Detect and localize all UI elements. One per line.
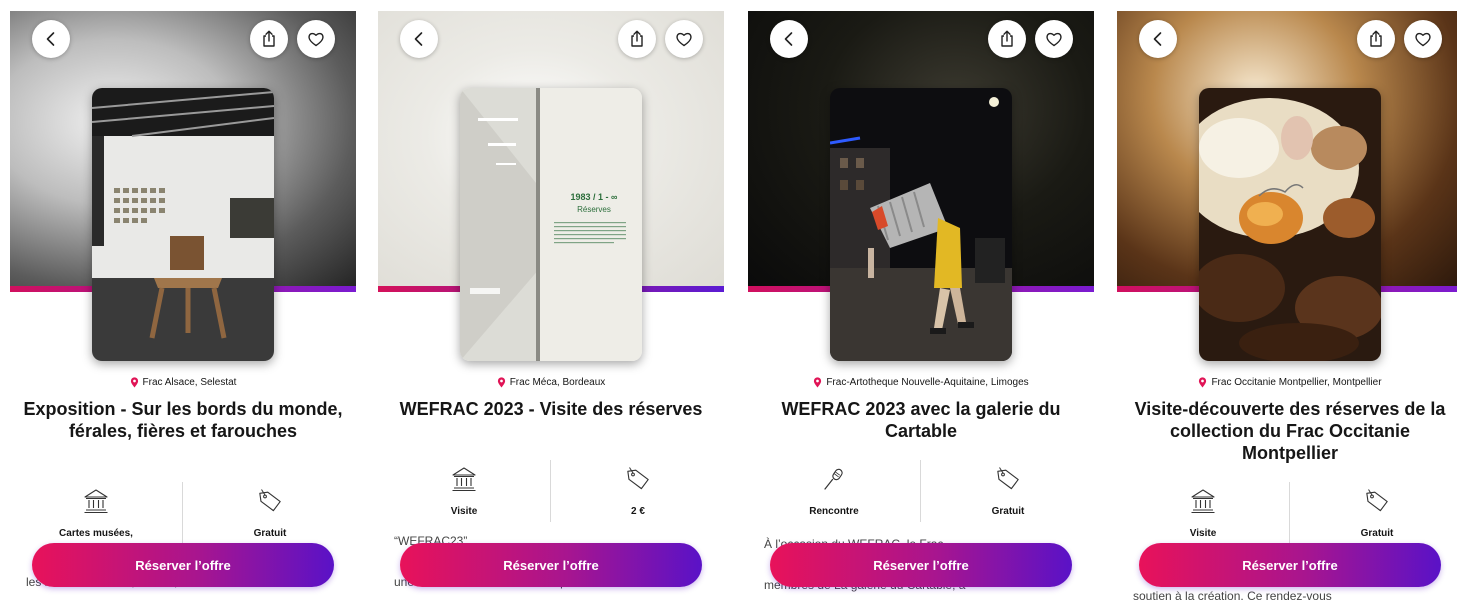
chevron-left-icon <box>41 29 61 49</box>
chevron-left-icon <box>409 29 429 49</box>
offer-price: 2 € <box>552 460 724 538</box>
share-button[interactable] <box>618 20 656 58</box>
venue-name: Frac Méca, Bordeaux <box>509 377 606 388</box>
heart-icon <box>306 29 326 49</box>
category-label: Rencontre <box>809 506 859 517</box>
offer-screen-frac-occitanie: Frac Occitanie Montpellier, Montpellier … <box>1117 0 1457 604</box>
share-button[interactable] <box>988 20 1026 58</box>
offer-description: soutien à la création. Ce rendez-vous <box>1133 586 1449 604</box>
offer-info-row: Visite 2 € <box>378 460 724 538</box>
poster-subheading: Réserves <box>577 205 611 214</box>
back-button[interactable] <box>770 20 808 58</box>
divider <box>1289 482 1290 544</box>
museum-icon <box>1188 486 1218 516</box>
share-icon <box>997 29 1017 49</box>
offer-title: WEFRAC 2023 - Visite des réserves <box>399 399 703 419</box>
divider <box>920 460 921 522</box>
location-pin-icon <box>813 377 822 388</box>
venue-location: Frac Méca, Bordeaux <box>378 377 724 388</box>
book-offer-button[interactable]: Réserver l’offre <box>400 543 702 587</box>
category-label: Cartes musées, <box>59 528 133 539</box>
price-tag-icon <box>993 464 1023 494</box>
poster-heading: 1983 / 1 - ∞ <box>571 192 619 202</box>
venue-location: Frac Occitanie Montpellier, Montpellier <box>1117 377 1457 388</box>
heart-icon <box>1413 29 1433 49</box>
heart-icon <box>674 29 694 49</box>
offer-category: Rencontre <box>748 460 920 538</box>
share-icon <box>1366 29 1386 49</box>
venue-name: Frac Alsace, Selestat <box>142 377 237 388</box>
location-pin-icon <box>1198 377 1207 388</box>
price-label: Gratuit <box>253 528 287 539</box>
favorite-button[interactable] <box>297 20 335 58</box>
chevron-left-icon <box>1148 29 1168 49</box>
location-pin-icon <box>130 377 139 388</box>
price-tag-icon <box>623 464 653 494</box>
venue-location: Frac Alsace, Selestat <box>10 377 356 388</box>
share-button[interactable] <box>250 20 288 58</box>
price-label: Gratuit <box>991 506 1025 517</box>
offer-title: WEFRAC 2023 avec la galerie du Cartable <box>781 399 1061 441</box>
book-offer-button[interactable]: Réserver l’offre <box>1139 543 1441 587</box>
favorite-button[interactable] <box>665 20 703 58</box>
offer-screen-frac-alsace: Frac Alsace, Selestat Exposition - Sur l… <box>10 0 356 604</box>
chevron-left-icon <box>779 29 799 49</box>
favorite-button[interactable] <box>1035 20 1073 58</box>
offer-title: Exposition - Sur les bords du monde, fér… <box>23 399 343 441</box>
offer-image <box>1199 88 1381 361</box>
offer-info-row: Rencontre Gratuit <box>748 460 1094 538</box>
share-icon <box>627 29 647 49</box>
offer-screen-frac-meca: 1983 / 1 - ∞ Réserves Frac Méca, Bordeau… <box>378 0 724 604</box>
offer-title: Visite-découverte des réserves de la col… <box>1134 399 1446 463</box>
back-button[interactable] <box>32 20 70 58</box>
share-button[interactable] <box>1357 20 1395 58</box>
back-button[interactable] <box>400 20 438 58</box>
offer-screen-frac-artotheque: Frac-Artotheque Nouvelle-Aquitaine, Limo… <box>748 0 1094 604</box>
divider <box>550 460 551 522</box>
museum-icon <box>449 464 479 494</box>
heart-icon <box>1044 29 1064 49</box>
offer-price: Gratuit <box>922 460 1094 538</box>
offer-image <box>92 88 274 361</box>
book-offer-button[interactable]: Réserver l’offre <box>32 543 334 587</box>
share-icon <box>259 29 279 49</box>
description-line: soutien à la création. Ce rendez-vous <box>1133 589 1332 603</box>
price-label: 2 € <box>631 506 645 517</box>
category-label: Visite <box>450 506 478 517</box>
price-tag-icon <box>1362 486 1392 516</box>
price-label: Gratuit <box>1360 528 1394 539</box>
offer-image: 1983 / 1 - ∞ Réserves <box>460 88 642 361</box>
price-tag-icon <box>255 486 285 516</box>
favorite-button[interactable] <box>1404 20 1442 58</box>
category-label: Visite <box>1189 528 1217 539</box>
back-button[interactable] <box>1139 20 1177 58</box>
book-offer-button[interactable]: Réserver l’offre <box>770 543 1072 587</box>
divider <box>182 482 183 544</box>
offer-image <box>830 88 1012 361</box>
microphone-icon <box>819 464 849 494</box>
venue-name: Frac-Artotheque Nouvelle-Aquitaine, Limo… <box>826 377 1029 388</box>
location-pin-icon <box>497 377 506 388</box>
offer-category: Visite <box>378 460 550 538</box>
venue-location: Frac-Artotheque Nouvelle-Aquitaine, Limo… <box>748 377 1094 388</box>
museum-icon <box>81 486 111 516</box>
venue-name: Frac Occitanie Montpellier, Montpellier <box>1211 377 1382 388</box>
